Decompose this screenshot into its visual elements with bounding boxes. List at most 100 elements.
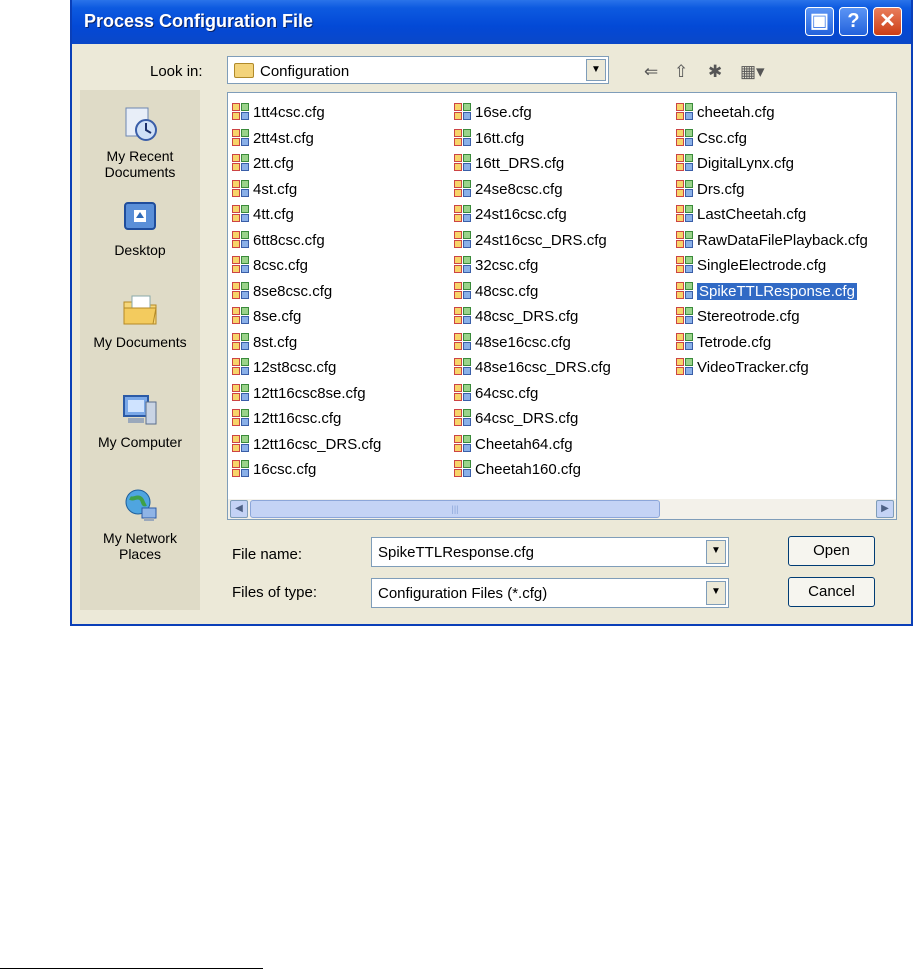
context-menu-button[interactable]: ▣ <box>805 7 834 36</box>
file-item-label: 4tt.cfg <box>253 206 294 223</box>
file-name-label: File name: <box>232 546 303 563</box>
file-item[interactable]: 12tt16csc8se.cfg <box>232 382 366 406</box>
file-item[interactable]: Tetrode.cfg <box>676 331 771 355</box>
scroll-left-icon[interactable]: ◀ <box>230 500 248 518</box>
file-item[interactable]: 8se8csc.cfg <box>232 280 332 304</box>
new-folder-icon[interactable]: ✱ <box>708 62 722 82</box>
file-item[interactable]: Cheetah160.cfg <box>454 458 581 482</box>
file-item[interactable]: Drs.cfg <box>676 178 745 202</box>
config-file-icon <box>232 128 250 147</box>
file-item[interactable]: 16tt.cfg <box>454 127 524 151</box>
config-file-icon <box>454 205 472 223</box>
up-folder-icon[interactable]: ⇧ <box>674 62 688 82</box>
file-item[interactable]: VideoTracker.cfg <box>676 356 809 380</box>
file-item[interactable]: 8se.cfg <box>232 305 301 329</box>
file-item[interactable]: 16se.cfg <box>454 101 532 125</box>
config-file-icon <box>676 179 694 198</box>
file-item[interactable]: 48se16csc.cfg <box>454 331 571 355</box>
config-file-icon <box>454 179 472 198</box>
config-file-icon <box>232 409 250 427</box>
file-item-label: 48se16csc.cfg <box>475 333 571 351</box>
file-item[interactable]: 64csc.cfg <box>454 382 538 406</box>
file-item-label: 8se.cfg <box>253 308 302 325</box>
back-arrow-icon[interactable]: ⇐ <box>644 62 658 82</box>
file-list[interactable]: 1tt4csc.cfg 2tt4st.cfg 2tt.cfg 4st.cfg 4tt.c… <box>227 92 897 520</box>
config-file-icon <box>454 281 472 300</box>
place-my-computer[interactable]: My Computer <box>80 390 200 450</box>
file-item[interactable]: 4st.cfg <box>232 178 297 202</box>
file-type-dropdown[interactable]: Configuration Files (*.cfg) ▼ <box>371 578 729 608</box>
close-button[interactable]: ✕ <box>873 7 902 36</box>
file-item[interactable]: 12tt16csc_DRS.cfg <box>232 433 381 457</box>
view-menu-icon[interactable]: ▦▾ <box>740 62 765 82</box>
file-item-label: 16tt.cfg <box>475 129 525 147</box>
file-item[interactable]: 8st.cfg <box>232 331 297 355</box>
config-file-icon <box>232 179 250 198</box>
file-item[interactable]: 6tt8csc.cfg <box>232 229 325 253</box>
chevron-down-icon[interactable]: ▼ <box>586 59 606 81</box>
file-item[interactable]: 16tt_DRS.cfg <box>454 152 564 176</box>
file-item[interactable]: 2tt.cfg <box>232 152 294 176</box>
config-file-icon <box>676 154 694 172</box>
file-item-label: 12tt16csc_DRS.cfg <box>253 435 382 453</box>
config-file-icon <box>232 358 250 376</box>
title-bar[interactable]: Process Configuration File ▣ ? ✕ <box>72 0 911 44</box>
place-my-documents[interactable]: My Documents <box>80 290 200 350</box>
horizontal-scrollbar[interactable]: ◀ ||| ▶ <box>228 499 896 519</box>
place-network-places[interactable]: My Network Places <box>80 486 200 562</box>
file-item[interactable]: 12tt16csc.cfg <box>232 407 341 431</box>
file-item[interactable]: 12st8csc.cfg <box>232 356 336 380</box>
config-file-icon <box>232 332 250 351</box>
config-file-icon <box>454 358 472 376</box>
scrollbar-thumb[interactable]: ||| <box>250 500 660 518</box>
chevron-down-icon[interactable]: ▼ <box>706 540 726 564</box>
file-item-label: 4st.cfg <box>253 180 298 198</box>
file-name-field[interactable]: SpikeTTLResponse.cfg ▼ <box>371 537 729 567</box>
file-item[interactable]: Cheetah64.cfg <box>454 433 573 457</box>
place-desktop[interactable]: Desktop <box>80 198 200 258</box>
file-item[interactable]: cheetah.cfg <box>676 101 775 125</box>
chevron-down-icon[interactable]: ▼ <box>706 581 726 605</box>
file-item[interactable]: 16csc.cfg <box>232 458 316 482</box>
file-item[interactable]: 24st16csc.cfg <box>454 203 567 227</box>
file-item-label: 24st16csc.cfg <box>475 206 567 223</box>
config-file-icon <box>232 383 250 402</box>
file-item-label: 48csc.cfg <box>475 282 539 300</box>
file-item[interactable]: 32csc.cfg <box>454 254 538 278</box>
file-item[interactable]: SingleElectrode.cfg <box>676 254 826 278</box>
file-item[interactable]: 48se16csc_DRS.cfg <box>454 356 611 380</box>
help-button[interactable]: ? <box>839 7 868 36</box>
file-item-label: DigitalLynx.cfg <box>697 155 794 172</box>
scroll-right-icon[interactable]: ▶ <box>876 500 894 518</box>
file-item-label: 64csc_DRS.cfg <box>475 410 579 427</box>
file-item-label: 16tt_DRS.cfg <box>475 155 565 172</box>
file-item[interactable]: 8csc.cfg <box>232 254 308 278</box>
open-button[interactable]: Open <box>788 536 875 566</box>
file-item[interactable]: Stereotrode.cfg <box>676 305 800 329</box>
file-item[interactable]: 48csc_DRS.cfg <box>454 305 578 329</box>
config-file-icon <box>676 256 694 274</box>
cancel-button[interactable]: Cancel <box>788 577 875 607</box>
file-item[interactable]: 24se8csc.cfg <box>454 178 563 202</box>
file-item-label: RawDataFilePlayback.cfg <box>697 231 868 249</box>
file-item[interactable]: SpikeTTLResponse.cfg <box>676 280 857 304</box>
config-file-icon <box>676 281 694 300</box>
file-item[interactable]: 24st16csc_DRS.cfg <box>454 229 607 253</box>
file-item[interactable]: 64csc_DRS.cfg <box>454 407 578 431</box>
config-file-icon <box>454 103 472 121</box>
file-item[interactable]: LastCheetah.cfg <box>676 203 806 227</box>
look-in-value: Configuration <box>260 63 350 80</box>
file-item[interactable]: DigitalLynx.cfg <box>676 152 794 176</box>
place-recent-documents[interactable]: My Recent Documents <box>80 104 200 180</box>
file-item[interactable]: Csc.cfg <box>676 127 747 151</box>
look-in-dropdown[interactable]: Configuration ▼ <box>227 56 609 84</box>
file-item[interactable]: RawDataFilePlayback.cfg <box>676 229 868 253</box>
file-item[interactable]: 2tt4st.cfg <box>232 127 314 151</box>
config-file-icon <box>676 358 694 376</box>
file-item[interactable]: 1tt4csc.cfg <box>232 101 325 125</box>
config-file-icon <box>454 230 472 249</box>
file-item-label: 16csc.cfg <box>253 461 317 478</box>
file-item[interactable]: 4tt.cfg <box>232 203 294 227</box>
file-item[interactable]: 48csc.cfg <box>454 280 538 304</box>
config-file-icon <box>232 256 250 274</box>
